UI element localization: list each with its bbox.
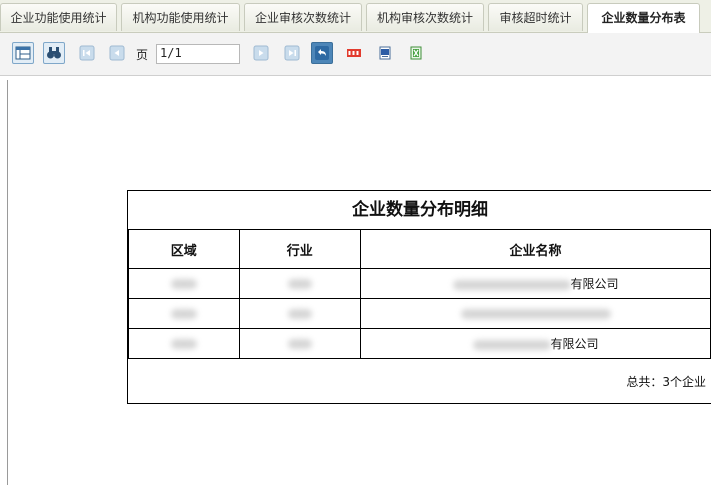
binoculars-icon [47, 47, 61, 59]
back-button[interactable] [311, 42, 333, 64]
report-toolbar: 页 1/1 [0, 33, 711, 76]
table-view-icon [15, 46, 31, 60]
previous-page-icon [109, 45, 125, 61]
export-word-button[interactable] [374, 42, 396, 64]
find-button[interactable] [43, 42, 65, 64]
table-header-row: 区域 行业 企业名称 [128, 229, 711, 269]
column-header-company-name: 企业名称 [360, 229, 711, 269]
table-row: 有限公司 [128, 328, 711, 359]
distribution-table: 区域 行业 企业名称 有限公司 有限公司 [128, 229, 711, 359]
back-icon [315, 46, 329, 60]
first-page-icon [79, 45, 95, 61]
column-header-industry: 行业 [238, 229, 362, 269]
company-name-cell [360, 298, 711, 329]
export-pdf-button[interactable] [343, 42, 365, 64]
tab-enterprise-count-distribution[interactable]: 企业数量分布表 [587, 3, 700, 33]
page-number-input[interactable]: 1/1 [156, 44, 240, 64]
industry-cell [238, 268, 362, 299]
last-page-icon [284, 45, 300, 61]
table-row [128, 298, 711, 329]
report-title: 企业数量分布明细 [128, 191, 711, 230]
company-name-cell: 有限公司 [360, 268, 711, 299]
company-name-cell: 有限公司 [360, 328, 711, 359]
report-table-container: 企业数量分布明细 区域 行业 企业名称 有限公司 有限公司 总共：3个企业 [127, 190, 711, 404]
previous-page-button[interactable] [106, 42, 128, 64]
tab-institution-audit-count[interactable]: 机构审核次数统计 [366, 3, 484, 31]
last-page-button[interactable] [281, 42, 303, 64]
next-page-button[interactable] [250, 42, 272, 64]
pdf-export-icon [347, 49, 361, 57]
table-row: 有限公司 [128, 268, 711, 299]
industry-cell [238, 298, 362, 329]
industry-cell [238, 328, 362, 359]
report-footer: 总共：3个企业 [128, 358, 711, 405]
next-page-icon [253, 45, 269, 61]
tab-enterprise-function-usage[interactable]: 企业功能使用统计 [0, 3, 117, 31]
total-count: 总共：3个企业 [626, 375, 706, 389]
excel-export-icon [410, 46, 422, 60]
first-page-button[interactable] [76, 42, 98, 64]
tab-institution-function-usage[interactable]: 机构功能使用统计 [121, 3, 240, 31]
region-cell [128, 298, 240, 329]
page-label: 页 [136, 48, 149, 62]
word-export-icon [379, 46, 391, 60]
region-cell [128, 328, 240, 359]
tab-enterprise-audit-count[interactable]: 企业审核次数统计 [244, 3, 362, 31]
tab-audit-timeout[interactable]: 审核超时统计 [488, 3, 583, 31]
region-cell [128, 268, 240, 299]
table-view-button[interactable] [12, 42, 34, 64]
tab-bar: 企业功能使用统计 机构功能使用统计 企业审核次数统计 机构审核次数统计 审核超时… [0, 0, 711, 33]
export-excel-button[interactable] [405, 42, 427, 64]
column-header-region: 区域 [128, 229, 240, 269]
